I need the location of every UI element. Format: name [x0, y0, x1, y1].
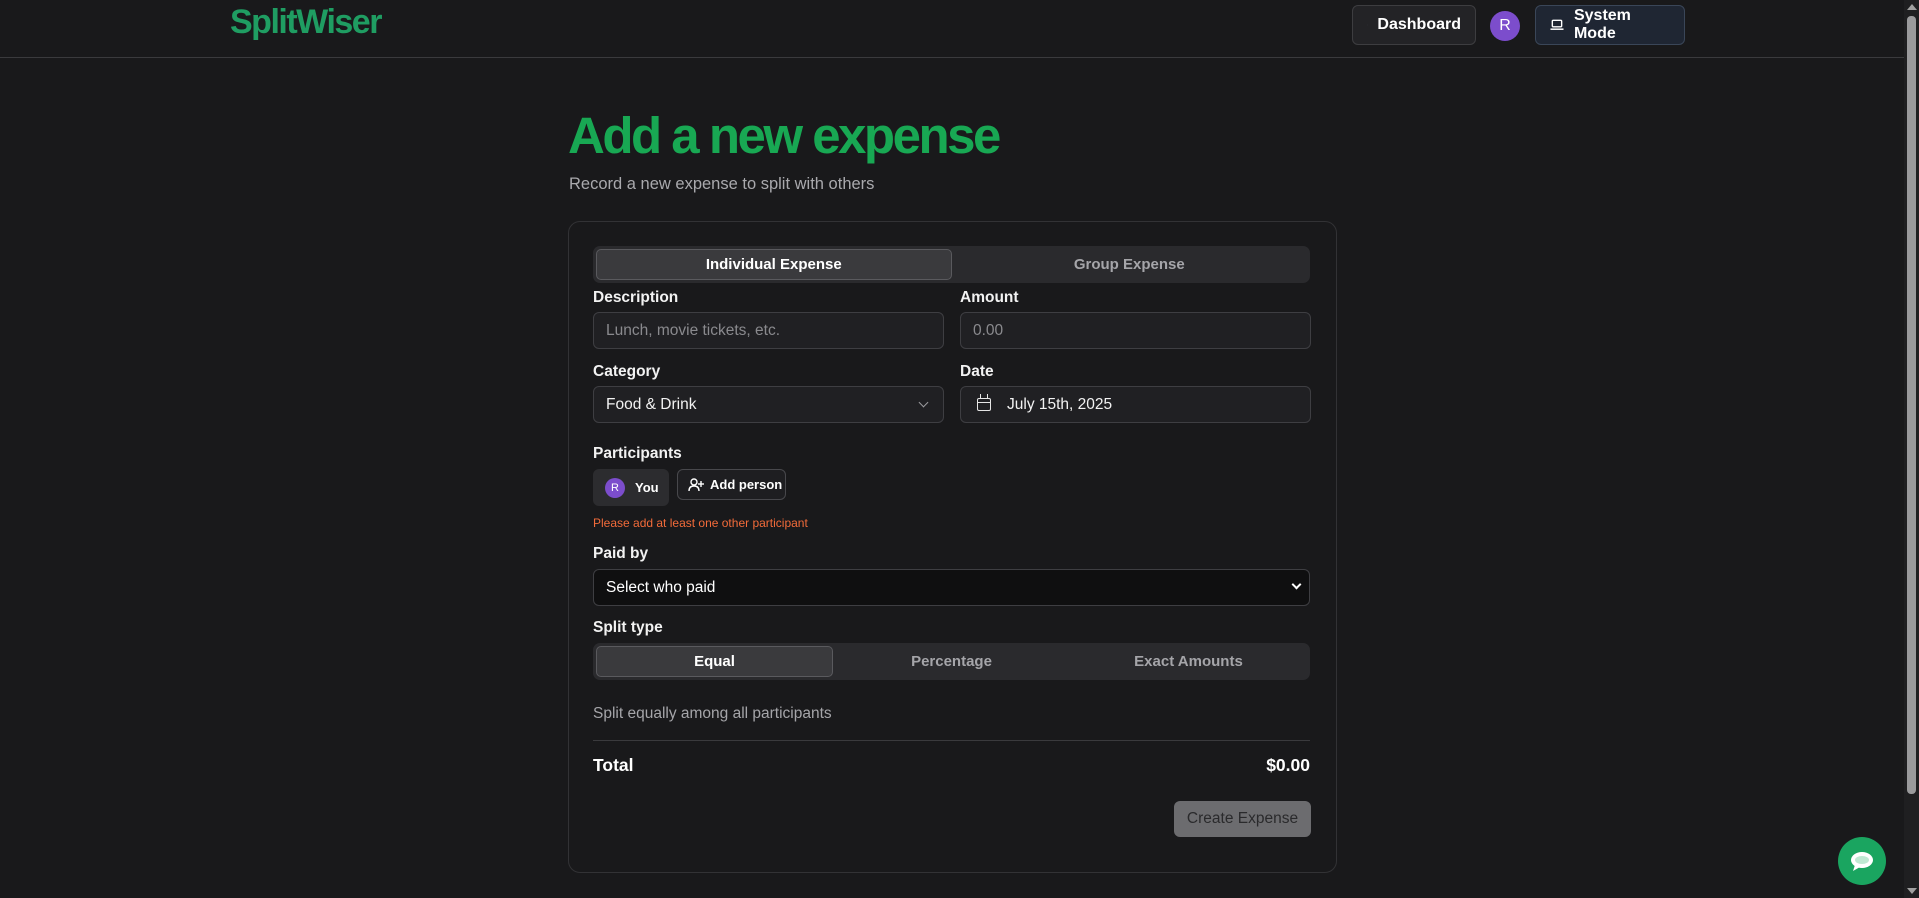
amount-label: Amount — [960, 289, 1019, 306]
system-mode-label: System Mode — [1573, 7, 1631, 42]
category-label: Category — [593, 363, 661, 380]
dashboard-button[interactable]: Dashboard — [1352, 5, 1476, 45]
user-avatar[interactable]: R — [1490, 11, 1520, 41]
chat-button[interactable] — [1838, 837, 1886, 885]
date-value: July 15th, 2025 — [1007, 395, 1113, 413]
paid-by-label: Paid by — [593, 545, 649, 562]
split-option-percentage[interactable]: Percentage — [833, 646, 1070, 677]
page-scrollbar[interactable] — [1904, 0, 1919, 898]
participants-label: Participants — [593, 445, 682, 462]
chevron-down-icon — [918, 397, 929, 408]
total-label: Total — [593, 755, 634, 775]
category-select[interactable]: Food & Drink — [593, 386, 944, 423]
split-option-exact-amounts[interactable]: Exact Amounts — [1070, 646, 1307, 677]
avatar: R — [605, 477, 625, 498]
description-input[interactable] — [593, 312, 944, 349]
participant-chip-you: R You — [593, 469, 669, 506]
top-navbar: SplitWiser Dashboard R System Mode — [0, 0, 1904, 58]
split-type-label: Split type — [593, 619, 663, 636]
expense-form-card: Individual Expense Group Expense Descrip… — [568, 221, 1337, 873]
split-option-equal[interactable]: Equal — [596, 646, 833, 677]
page-title: Add a new expense — [568, 107, 1001, 164]
scroll-down-arrow-icon[interactable] — [1907, 888, 1917, 894]
participant-name: You — [635, 480, 659, 495]
dashboard-label: Dashboard — [1377, 16, 1461, 33]
tab-individual-expense[interactable]: Individual Expense — [596, 249, 952, 280]
category-value: Food & Drink — [606, 395, 697, 413]
split-description: Split equally among all participants — [593, 705, 832, 722]
create-expense-button[interactable]: Create Expense — [1174, 801, 1311, 837]
system-mode-button[interactable]: System Mode — [1535, 5, 1685, 45]
page-subtitle: Record a new expense to split with other… — [569, 175, 875, 193]
divider — [593, 740, 1310, 741]
add-person-label: Add person — [710, 477, 783, 492]
laptop-icon — [1550, 19, 1564, 30]
amount-input[interactable] — [960, 312, 1311, 349]
total-value: $0.00 — [1266, 755, 1310, 775]
tab-group-expense[interactable]: Group Expense — [952, 249, 1308, 280]
user-plus-icon — [688, 477, 704, 491]
participants-error: Please add at least one other participan… — [593, 516, 808, 530]
date-picker[interactable]: July 15th, 2025 — [960, 386, 1311, 423]
date-label: Date — [960, 363, 994, 380]
chat-bubble-icon — [1851, 852, 1873, 871]
scroll-up-arrow-icon[interactable] — [1907, 4, 1917, 10]
split-type-tabs: Equal Percentage Exact Amounts — [593, 643, 1310, 680]
calendar-icon — [977, 394, 991, 411]
expense-type-tabs: Individual Expense Group Expense — [593, 246, 1310, 283]
app-logo[interactable]: SplitWiser — [230, 3, 382, 42]
add-person-button[interactable]: Add person — [677, 469, 786, 500]
description-label: Description — [593, 289, 679, 306]
scroll-thumb[interactable] — [1907, 16, 1916, 794]
paid-by-select[interactable]: Select who paid — [593, 569, 1310, 606]
